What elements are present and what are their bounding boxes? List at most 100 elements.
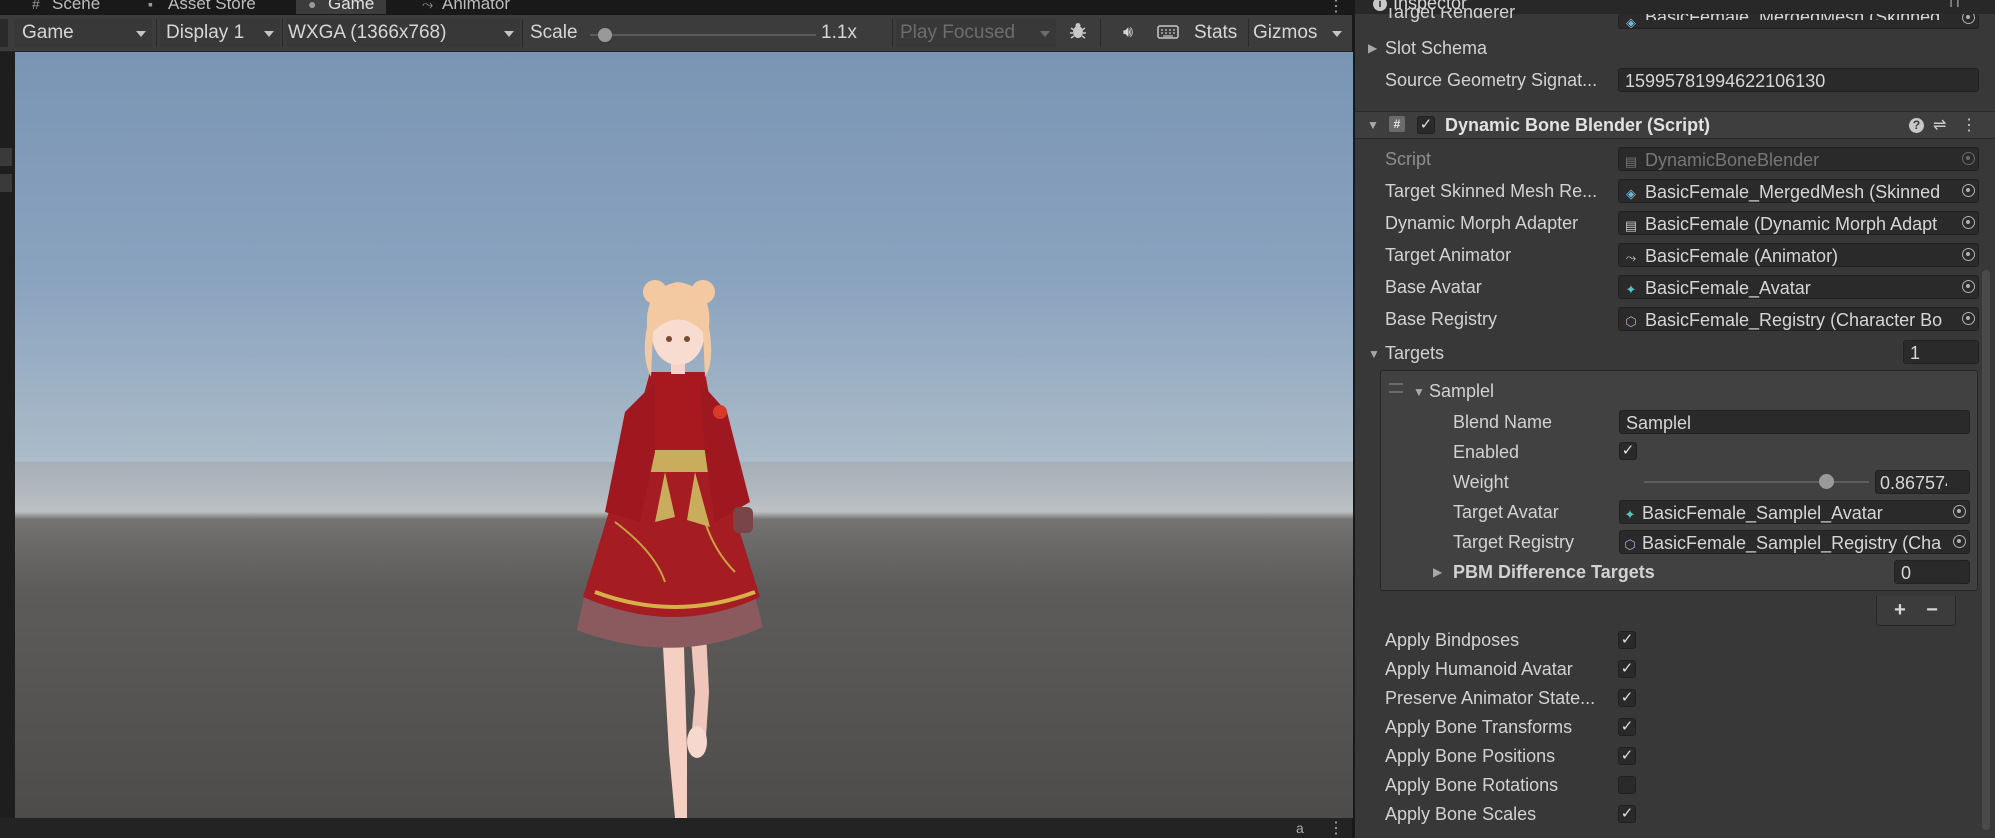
source-geometry-field[interactable]: 15995781994622106130 bbox=[1618, 68, 1979, 92]
chevron-down-icon bbox=[504, 31, 514, 37]
skinned-mesh-icon: ◈ bbox=[1626, 186, 1636, 201]
pbm-difference-targets-foldout[interactable]: PBM Difference Targets bbox=[1453, 562, 1655, 583]
targets-count-field[interactable]: 1 bbox=[1903, 340, 1979, 364]
tab-game[interactable]: ● Game bbox=[296, 0, 387, 14]
pbm-count-field[interactable]: 0 bbox=[1894, 560, 1970, 584]
gizmos-button[interactable]: Gizmos bbox=[1253, 19, 1317, 47]
tab-animator[interactable]: ⤳ Animator bbox=[410, 0, 522, 14]
divider bbox=[1248, 19, 1249, 47]
weight-slider-handle[interactable] bbox=[1819, 474, 1835, 489]
resolution-dropdown[interactable]: WXGA (1366x768) bbox=[286, 19, 520, 47]
display-dropdown[interactable]: Display 1 bbox=[160, 19, 280, 47]
preset-icon[interactable]: ⇌ bbox=[1933, 115, 1946, 135]
tab-label: Game bbox=[328, 0, 375, 13]
targets-foldout[interactable]: Targets bbox=[1385, 343, 1444, 364]
hash-icon: # bbox=[32, 0, 40, 12]
divider bbox=[282, 19, 283, 47]
script-label: Script bbox=[1385, 149, 1432, 169]
apply-bone-positions-checkbox[interactable]: ✓ bbox=[1618, 747, 1636, 765]
kebab-menu-icon[interactable]: ⋮ bbox=[1328, 0, 1344, 15]
slot-schema-foldout[interactable]: Slot Schema bbox=[1385, 38, 1487, 59]
object-picker-icon[interactable] bbox=[1962, 280, 1975, 293]
apply-bone-transforms-checkbox[interactable]: ✓ bbox=[1618, 718, 1636, 736]
base-avatar-value: BasicFemale_Avatar bbox=[1645, 278, 1811, 298]
view-mode-dropdown[interactable]: Game bbox=[14, 19, 152, 47]
keyboard-icon[interactable] bbox=[1152, 19, 1184, 47]
object-picker-icon[interactable] bbox=[1953, 535, 1966, 548]
weight-slider[interactable] bbox=[1644, 481, 1869, 483]
scale-slider[interactable] bbox=[590, 34, 816, 36]
object-picker-icon[interactable] bbox=[1962, 312, 1975, 325]
help-icon[interactable]: ? bbox=[1909, 118, 1924, 133]
gamepad-icon: ● bbox=[308, 0, 317, 12]
target-renderer-label: Target Renderer bbox=[1385, 8, 1516, 22]
panel-marker bbox=[0, 174, 12, 192]
tab-scene[interactable]: # Scene bbox=[20, 0, 112, 14]
lock-icon[interactable]: ⊓ bbox=[1949, 0, 1960, 11]
scale-value: 1.1x bbox=[821, 22, 857, 43]
drag-handle-icon[interactable] bbox=[1389, 383, 1403, 393]
avatar-icon: ✦ bbox=[1625, 282, 1637, 297]
apply-bone-scales-label: Apply Bone Scales bbox=[1385, 804, 1537, 824]
game-view-footer: a ⋮ bbox=[0, 818, 1352, 838]
game-viewport[interactable] bbox=[15, 52, 1353, 818]
target-renderer-field[interactable]: ◈ BasicFemale_MergedMesh (Skinned bbox=[1618, 14, 1979, 29]
object-picker-icon[interactable] bbox=[1953, 505, 1966, 518]
play-mode-dropdown[interactable]: Play Focused bbox=[896, 19, 1056, 47]
blend-name-input[interactable]: Samplel bbox=[1619, 410, 1970, 434]
target-skinned-mesh-field[interactable]: ◈ BasicFemale_MergedMesh (Skinned bbox=[1618, 179, 1979, 203]
registry-icon: ⬡ bbox=[1625, 314, 1637, 329]
apply-bone-scales-checkbox[interactable]: ✓ bbox=[1618, 805, 1636, 823]
target-registry-field[interactable]: ⬡ BasicFemale_Samplel_Registry (Cha bbox=[1619, 530, 1970, 554]
target-avatar-field[interactable]: ✦ BasicFemale_Samplel_Avatar bbox=[1619, 500, 1970, 524]
source-geometry-label: Source Geometry Signat... bbox=[1385, 70, 1598, 90]
inspector-scrollbar[interactable] bbox=[1982, 270, 1990, 830]
target-element-foldout[interactable]: Samplel bbox=[1429, 381, 1494, 402]
collapse-arrow-icon[interactable]: ▼ bbox=[1413, 385, 1425, 399]
bug-icon[interactable] bbox=[1064, 19, 1092, 47]
script-file-icon: ▤ bbox=[1624, 218, 1638, 233]
kebab-menu-icon[interactable]: ⋮ bbox=[1328, 818, 1344, 838]
inspector-panel: iInspector ⊓ Target Renderer ◈BasicFemal… bbox=[1355, 0, 1995, 838]
kebab-menu-icon[interactable]: ⋮ bbox=[1961, 115, 1977, 135]
apply-bindposes-checkbox[interactable]: ✓ bbox=[1618, 631, 1636, 649]
object-picker-icon[interactable] bbox=[1962, 248, 1975, 261]
scale-slider-handle[interactable] bbox=[598, 28, 612, 42]
object-picker-icon[interactable] bbox=[1962, 184, 1975, 197]
base-registry-field[interactable]: ⬡ BasicFemale_Registry (Character Bo bbox=[1618, 307, 1979, 331]
target-avatar-label: Target Avatar bbox=[1453, 502, 1559, 522]
audio-icon[interactable]: 🔊︎ bbox=[1114, 19, 1142, 47]
component-enabled-checkbox[interactable]: ✓ bbox=[1417, 116, 1435, 134]
object-picker-icon[interactable] bbox=[1962, 14, 1975, 24]
collapse-arrow-icon[interactable]: ▼ bbox=[1368, 347, 1380, 361]
dynamic-morph-adapter-field[interactable]: ▤ BasicFemale (Dynamic Morph Adapt bbox=[1618, 211, 1979, 235]
base-avatar-field[interactable]: ✦ BasicFemale_Avatar bbox=[1618, 275, 1979, 299]
apply-bone-transforms-label: Apply Bone Transforms bbox=[1385, 717, 1573, 737]
target-renderer-value: BasicFemale_MergedMesh (Skinned bbox=[1645, 14, 1956, 20]
skinned-mesh-icon: ◈ bbox=[1626, 15, 1636, 29]
divider bbox=[892, 19, 893, 47]
tab-label: Scene bbox=[52, 0, 101, 13]
target-skinned-mesh-value: BasicFemale_MergedMesh (Skinned bbox=[1645, 182, 1941, 202]
dynamic-morph-adapter-label: Dynamic Morph Adapter bbox=[1385, 213, 1579, 233]
collapse-arrow-icon[interactable]: ▼ bbox=[1367, 118, 1379, 132]
target-animator-field[interactable]: ⤳ BasicFemale (Animator) bbox=[1618, 243, 1979, 267]
tab-asset-store[interactable]: ▪ Asset Store bbox=[136, 0, 268, 14]
object-picker-icon[interactable] bbox=[1962, 216, 1975, 229]
apply-humanoid-avatar-label: Apply Humanoid Avatar bbox=[1385, 659, 1573, 679]
expand-arrow-icon[interactable]: ▶ bbox=[1433, 565, 1442, 579]
preserve-animator-state-checkbox[interactable]: ✓ bbox=[1618, 689, 1636, 707]
apply-bone-rotations-checkbox[interactable] bbox=[1618, 776, 1636, 794]
expand-arrow-icon[interactable]: ▶ bbox=[1368, 41, 1377, 55]
weight-input[interactable]: 0.8675743 bbox=[1875, 470, 1970, 494]
pbm-count-value: 0 bbox=[1901, 563, 1912, 583]
stats-button[interactable]: Stats bbox=[1194, 19, 1237, 47]
enabled-checkbox[interactable]: ✓ bbox=[1619, 442, 1637, 460]
add-element-button[interactable]: + bbox=[1885, 596, 1915, 624]
gizmos-dropdown[interactable] bbox=[1324, 19, 1350, 47]
component-header[interactable]: ▼ # ✓ Dynamic Bone Blender (Script) ? ⇌ … bbox=[1355, 111, 1995, 139]
footer-letter: a bbox=[1296, 820, 1304, 836]
toolbar-edge bbox=[0, 19, 8, 47]
apply-humanoid-avatar-checkbox[interactable]: ✓ bbox=[1618, 660, 1636, 678]
remove-element-button[interactable]: − bbox=[1917, 596, 1947, 624]
